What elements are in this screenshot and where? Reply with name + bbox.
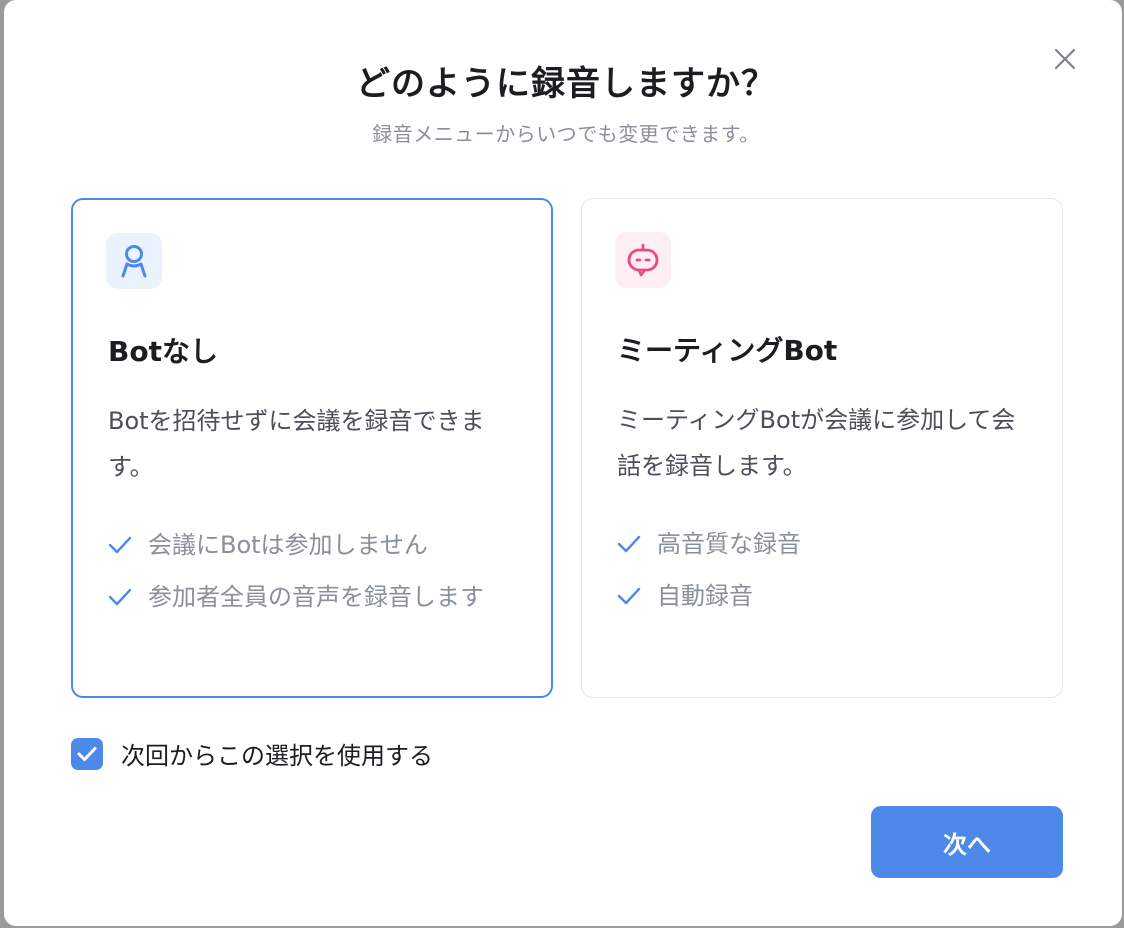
feature-item: 参加者全員の音声を録音します [108,577,528,617]
option-icon-badge [106,233,162,289]
feature-item: 会議にBotは参加しません [108,525,528,565]
remember-label: 次回からこの選択を使用する [121,742,433,770]
option-card-no-bot[interactable]: Botなし Botを招待せずに会議を録音できます。 会議にBotは参加しません … [71,198,553,698]
option-icon-badge [615,232,671,288]
dialog-title: どのように録音しますか？ [356,64,776,104]
robot-icon [627,243,659,277]
option-title: ミーティングBot [617,334,838,367]
feature-list: 高音質な録音 自動録音 [617,524,1037,628]
feature-list: 会議にBotは参加しません 参加者全員の音声を録音します [108,525,528,629]
person-icon [121,245,147,278]
next-button[interactable]: 次へ [871,806,1063,878]
check-icon [617,587,657,605]
checkmark-icon [77,746,97,761]
feature-text: 会議にBotは参加しません [148,531,428,559]
remember-choice[interactable]: 次回からこの選択を使用する [71,736,433,771]
option-description: Botを招待せずに会議を録音できます。 [108,407,485,481]
feature-text: 高音質な録音 [657,530,801,558]
feature-item: 自動録音 [617,576,1037,616]
feature-item: 高音質な録音 [617,524,1037,564]
remember-checkbox[interactable] [71,737,103,770]
option-description: ミーティングBotが会議に参加して会話を録音します。 [617,406,1016,480]
feature-text: 参加者全員の音声を録音します [148,583,484,611]
option-title: Botなし [108,335,218,368]
recording-mode-dialog: どのように録音しますか？ 録音メニューからいつでも変更できます。 Botなし B… [4,0,1122,926]
option-card-meeting-bot[interactable]: ミーティングBot ミーティングBotが会議に参加して会話を録音します。 高音質… [581,198,1063,698]
check-icon [617,535,657,553]
check-icon [108,588,148,606]
dialog-subtitle: 録音メニューからいつでも変更できます。 [372,122,760,146]
feature-text: 自動録音 [657,582,753,610]
check-icon [108,536,148,554]
